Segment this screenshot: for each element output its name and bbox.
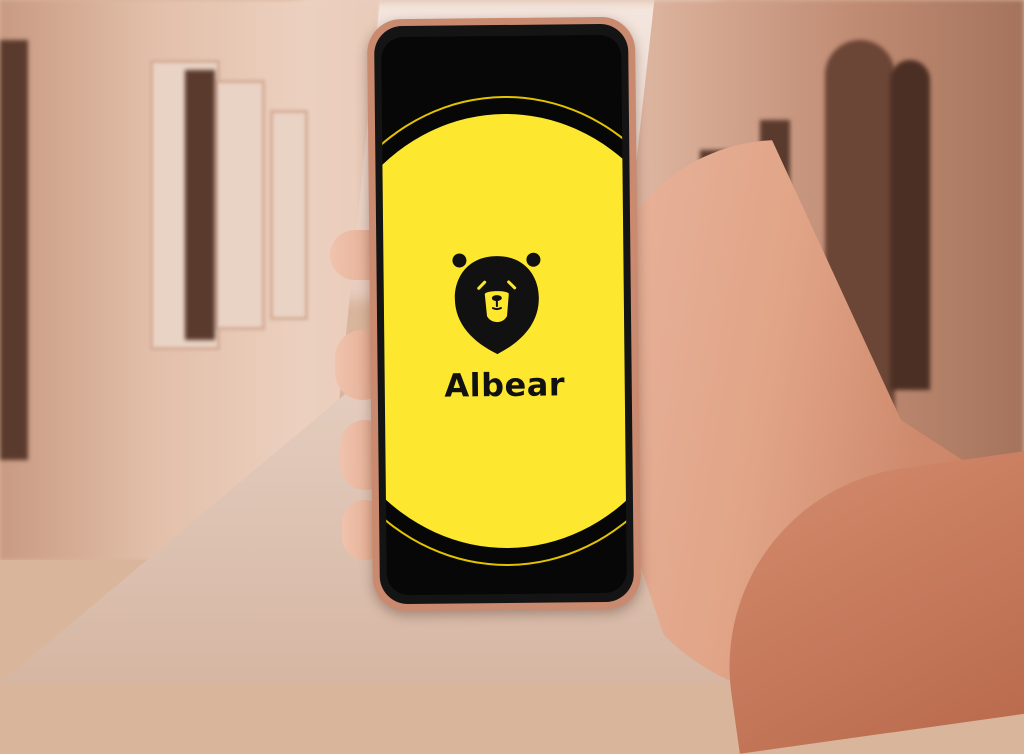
dark-window bbox=[185, 70, 215, 340]
app-name: Albear bbox=[444, 365, 566, 405]
arched-door bbox=[890, 60, 930, 390]
phone: Albear bbox=[366, 16, 642, 612]
app-splash-screen: Albear bbox=[381, 34, 627, 596]
bear-head-icon bbox=[452, 252, 541, 355]
dark-window bbox=[0, 40, 28, 460]
phone-bezel: Albear bbox=[373, 23, 635, 605]
window-shutter bbox=[215, 80, 265, 330]
window-shutter bbox=[270, 110, 308, 320]
